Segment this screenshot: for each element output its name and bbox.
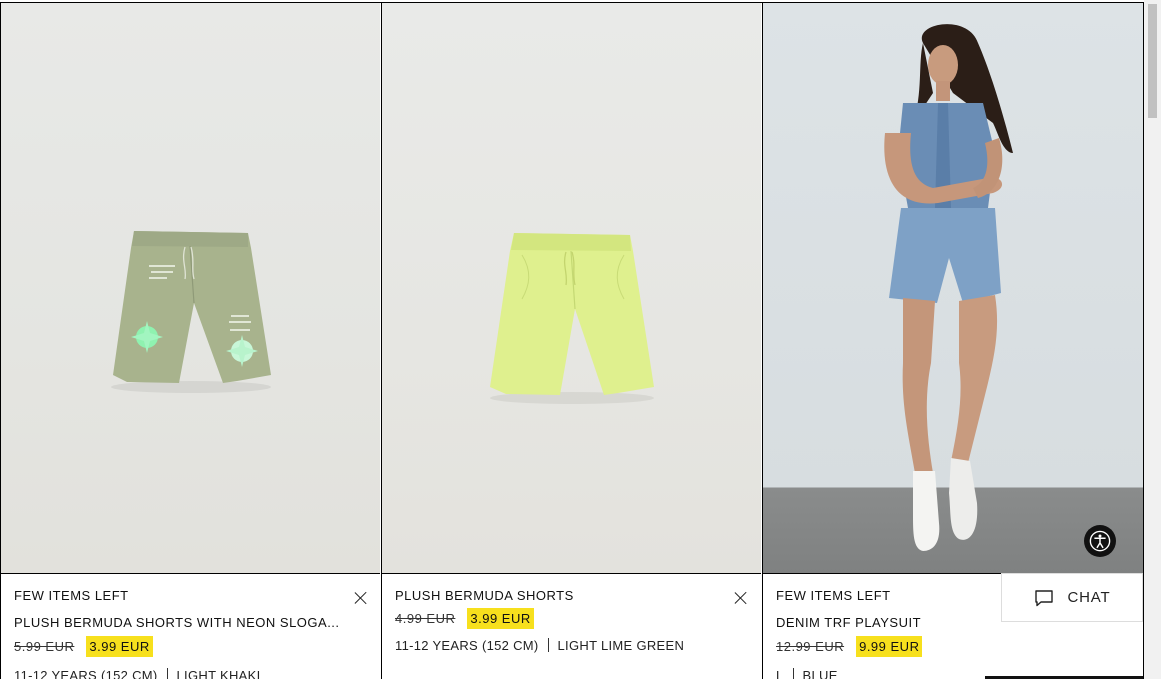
size-value: L	[776, 668, 784, 679]
remove-item-close-icon[interactable]	[732, 589, 750, 607]
sale-price: 9.99 EUR	[856, 635, 923, 657]
price-row: 5.99 EUR 3.99 EUR	[14, 634, 366, 658]
product-name[interactable]: PLUSH BERMUDA SHORTS	[395, 586, 747, 606]
size-value: 11-12 YEARS (152 CM)	[395, 638, 539, 653]
price-row: 12.99 EUR 9.99 EUR	[776, 634, 1129, 658]
chat-bubble-icon	[1034, 589, 1053, 606]
khaki-shorts-image	[111, 231, 271, 393]
remove-item-close-icon[interactable]	[352, 589, 370, 607]
product-name[interactable]: PLUSH BERMUDA SHORTS WITH NEON SLOGA...	[14, 612, 344, 634]
divider	[792, 668, 794, 679]
color-value: LIGHT LIME GREEN	[557, 638, 685, 653]
accessibility-figure-icon	[1089, 530, 1111, 552]
divider	[166, 668, 168, 679]
variant-details: 11-12 YEARS (152 CM) LIGHT KHAKI	[14, 668, 366, 679]
price-row: 4.99 EUR 3.99 EUR	[395, 606, 747, 630]
divider	[547, 638, 549, 652]
stock-tag: FEW ITEMS LEFT	[14, 588, 129, 603]
variant-details: 11-12 YEARS (152 CM) LIGHT LIME GREEN	[395, 638, 747, 653]
product-image[interactable]	[382, 3, 761, 574]
product-image[interactable]	[763, 3, 1143, 574]
product-card[interactable]: PLUSH BERMUDA SHORTS 4.99 EUR 3.99 EUR 1…	[381, 3, 761, 679]
product-info: PLUSH BERMUDA SHORTS 4.99 EUR 3.99 EUR 1…	[395, 586, 747, 653]
sale-price: 3.99 EUR	[86, 635, 153, 657]
sale-price: 3.99 EUR	[467, 607, 534, 629]
denim-playsuit-model-image	[884, 24, 1013, 551]
chat-label: CHAT	[1067, 589, 1111, 606]
color-value: LIGHT KHAKI	[176, 668, 261, 679]
chat-button[interactable]: CHAT	[1001, 573, 1143, 622]
old-price: 12.99 EUR	[776, 638, 845, 654]
product-info: FEW ITEMS LEFT PLUSH BERMUDA SHORTS WITH…	[14, 586, 366, 679]
product-image[interactable]	[1, 3, 380, 574]
scrollbar-thumb[interactable]	[1148, 4, 1157, 118]
product-grid: FEW ITEMS LEFT PLUSH BERMUDA SHORTS WITH…	[0, 2, 1144, 680]
size-value: 11-12 YEARS (152 CM)	[14, 668, 158, 679]
product-card[interactable]: FEW ITEMS LEFT PLUSH BERMUDA SHORTS WITH…	[0, 3, 380, 679]
accessibility-icon[interactable]	[1084, 525, 1116, 557]
old-price: 5.99 EUR	[14, 638, 75, 654]
old-price: 4.99 EUR	[395, 610, 456, 626]
lime-shorts-image	[490, 233, 654, 404]
color-value: BLUE	[802, 668, 838, 679]
